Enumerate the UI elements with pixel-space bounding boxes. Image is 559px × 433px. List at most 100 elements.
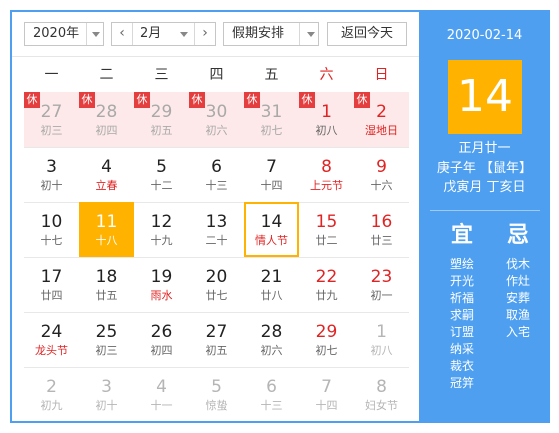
day-cell[interactable]: 休 2 湿地日 xyxy=(354,92,409,147)
day-number: 28 xyxy=(95,102,118,122)
day-cell[interactable]: 23 初一 xyxy=(354,257,409,312)
day-number: 6 xyxy=(266,377,277,397)
ji-item: 取渔 xyxy=(505,308,530,322)
day-cell[interactable]: 29 初七 xyxy=(299,312,354,367)
year-value: 2020年 xyxy=(33,26,80,41)
day-cell[interactable]: 5 惊蛰 xyxy=(189,367,244,422)
day-cell[interactable]: 20 廿七 xyxy=(189,257,244,312)
lunar-label: 初九 xyxy=(40,399,63,412)
day-cell[interactable]: 24 龙头节 xyxy=(24,312,79,367)
day-cell[interactable]: 休 28 初四 xyxy=(79,92,134,147)
day-cell[interactable]: 8 妇女节 xyxy=(354,367,409,422)
day-number: 16 xyxy=(370,212,393,232)
day-number: 1 xyxy=(376,322,387,342)
day-number: 29 xyxy=(150,102,173,122)
lunar-label: 初七 xyxy=(315,344,338,357)
yi-item: 订盟 xyxy=(449,325,474,339)
ganzhi-year: 庚子年 【鼠年】 xyxy=(436,161,533,176)
year-select[interactable]: 2020年 xyxy=(24,22,104,46)
day-cell[interactable]: 6 十三 xyxy=(189,147,244,202)
day-cell[interactable]: 休 29 初五 xyxy=(134,92,189,147)
day-number: 25 xyxy=(95,322,118,342)
day-number: 6 xyxy=(211,157,222,177)
lunar-label: 初一 xyxy=(370,289,393,302)
day-cell[interactable]: 3 初十 xyxy=(24,147,79,202)
lunar-label: 立春 xyxy=(95,179,118,192)
month-select[interactable]: ‹ 2月 › xyxy=(111,22,216,46)
ji-item: 入宅 xyxy=(505,325,530,339)
day-cell[interactable]: 25 初三 xyxy=(79,312,134,367)
lunar-label: 廿四 xyxy=(40,289,63,302)
day-cell[interactable]: 26 初四 xyxy=(134,312,189,367)
divider xyxy=(299,23,300,45)
today-button[interactable]: 返回今天 xyxy=(327,22,407,46)
chevron-right-icon[interactable]: › xyxy=(195,23,215,45)
day-number: 18 xyxy=(95,267,118,287)
day-cell[interactable]: 5 十二 xyxy=(134,147,189,202)
calendar-widget: 2020年 ‹ 2月 › 假期安排 返回今天 一二三四五六 日 休 27 初三 … xyxy=(10,10,550,423)
weekday-label: 三 xyxy=(154,67,169,83)
day-cell[interactable]: 7 十四 xyxy=(299,367,354,422)
holiday-select[interactable]: 假期安排 xyxy=(223,22,319,46)
lunar-label: 惊蛰 xyxy=(205,399,228,412)
day-number: 3 xyxy=(46,157,57,177)
day-cell[interactable]: 14 情人节 xyxy=(244,202,299,257)
day-cell[interactable]: 4 十一 xyxy=(134,367,189,422)
day-cell[interactable]: 9 十六 xyxy=(354,147,409,202)
lunar-label: 初五 xyxy=(205,344,228,357)
calendar-toolbar: 2020年 ‹ 2月 › 假期安排 返回今天 xyxy=(12,12,419,56)
month-value: 2月 xyxy=(140,26,162,41)
day-cell[interactable]: 6 十三 xyxy=(244,367,299,422)
day-cell[interactable]: 3 初十 xyxy=(79,367,134,422)
chevron-down-icon xyxy=(92,32,100,37)
weekday-label: 二 xyxy=(99,67,114,83)
weekday-label: 一 xyxy=(44,67,59,83)
day-cell[interactable]: 19 雨水 xyxy=(134,257,189,312)
divider xyxy=(86,23,87,45)
lunar-label: 初十 xyxy=(95,399,118,412)
day-cell[interactable]: 11 十八 xyxy=(79,202,134,257)
day-cell[interactable]: 7 十四 xyxy=(244,147,299,202)
lunar-label: 十四 xyxy=(315,399,338,412)
lunar-label: 初五 xyxy=(150,124,173,137)
lunar-label: 廿二 xyxy=(315,234,338,247)
day-info-panel: 2020-02-14 14 正月廿一 庚子年 【鼠年】 戊寅月 丁亥日 宜 忌 … xyxy=(419,12,550,421)
day-cell[interactable]: 17 廿四 xyxy=(24,257,79,312)
lunar-label: 十三 xyxy=(260,399,283,412)
lunar-label: 廿七 xyxy=(205,289,228,302)
lunar-label: 十四 xyxy=(260,179,283,192)
day-cell[interactable]: 休 27 初三 xyxy=(24,92,79,147)
weekday-label: 日 xyxy=(374,67,389,83)
day-cell[interactable]: 28 初六 xyxy=(244,312,299,367)
day-cell[interactable]: 16 廿三 xyxy=(354,202,409,257)
chevron-left-icon[interactable]: ‹ xyxy=(112,23,132,45)
day-cell[interactable]: 27 初五 xyxy=(189,312,244,367)
day-number: 4 xyxy=(156,377,167,397)
toolbar-divider xyxy=(12,56,419,57)
day-cell[interactable]: 21 廿八 xyxy=(244,257,299,312)
lunar-label: 十七 xyxy=(40,234,63,247)
day-cell[interactable]: 13 二十 xyxy=(189,202,244,257)
day-number: 20 xyxy=(205,267,228,287)
day-cell[interactable]: 18 廿五 xyxy=(79,257,134,312)
lunar-label: 十九 xyxy=(150,234,173,247)
day-cell[interactable]: 1 初八 xyxy=(354,312,409,367)
day-cell[interactable]: 4 立春 xyxy=(79,147,134,202)
day-number: 29 xyxy=(315,322,338,342)
day-cell[interactable]: 休 30 初六 xyxy=(189,92,244,147)
selected-day-number: 14 xyxy=(448,60,522,134)
weekday-label: 五 xyxy=(264,67,279,83)
day-cell[interactable]: 12 十九 xyxy=(134,202,189,257)
day-cell[interactable]: 8 上元节 xyxy=(299,147,354,202)
day-number: 22 xyxy=(315,267,338,287)
lunar-label: 廿八 xyxy=(260,289,283,302)
day-cell[interactable]: 15 廿二 xyxy=(299,202,354,257)
day-cell[interactable]: 休 1 初八 xyxy=(299,92,354,147)
lunar-label: 初七 xyxy=(260,124,283,137)
day-cell[interactable]: 22 廿九 xyxy=(299,257,354,312)
day-number: 21 xyxy=(260,267,283,287)
day-cell[interactable]: 2 初九 xyxy=(24,367,79,422)
lunar-label: 初八 xyxy=(370,344,393,357)
day-cell[interactable]: 10 十七 xyxy=(24,202,79,257)
day-cell[interactable]: 休 31 初七 xyxy=(244,92,299,147)
